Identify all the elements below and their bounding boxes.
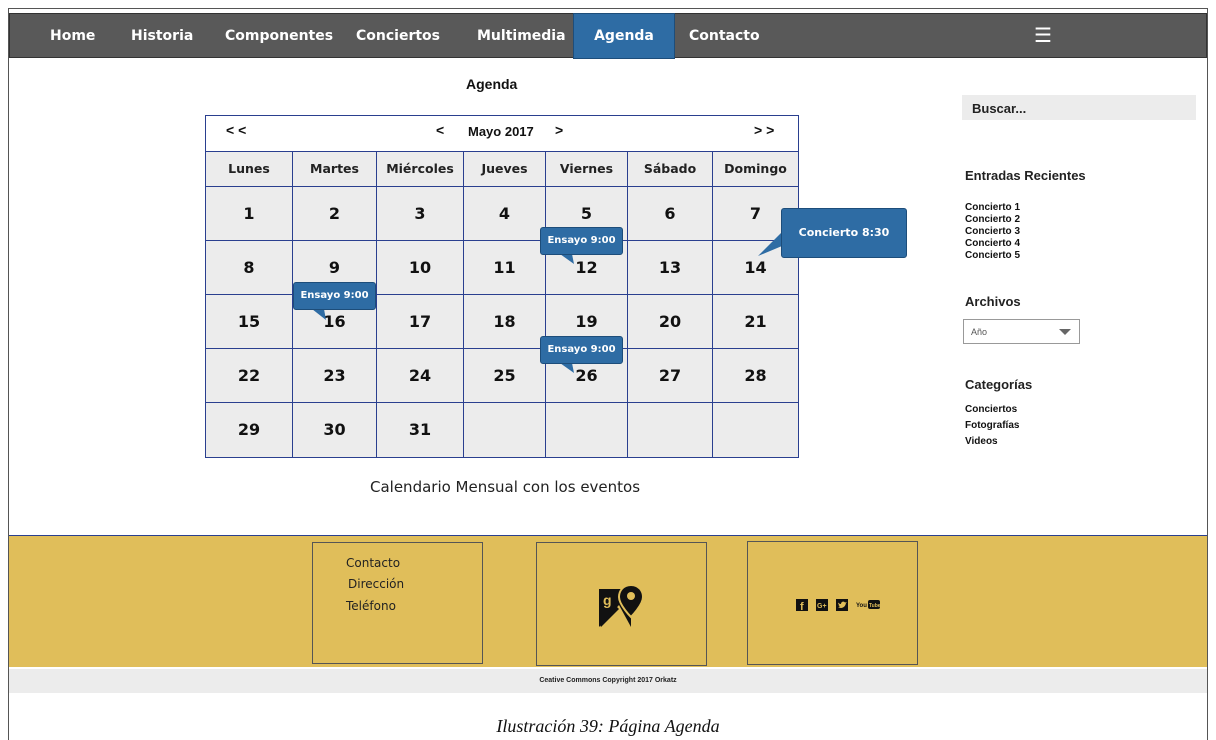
event-rehearsal-12[interactable]: Ensayo 9:00	[540, 227, 623, 255]
svg-text:G+: G+	[817, 603, 827, 610]
calendar-caption: Calendario Mensual con los eventos	[370, 478, 641, 496]
footer-contact-box: Contacto Dirección Teléfono	[312, 542, 483, 664]
event-concert-14[interactable]: Concierto 8:30	[781, 208, 907, 258]
figure-caption: Ilustración 39: Página Agenda	[496, 716, 720, 736]
event-rehearsal-16[interactable]: Ensayo 9:00	[293, 282, 376, 310]
category-link[interactable]: Videos	[965, 434, 1019, 450]
recent-post-link[interactable]: Concierto 2	[965, 214, 1020, 227]
category-link[interactable]: Fotografías	[965, 418, 1019, 434]
recent-posts-list: Concierto 1 Concierto 2 Concierto 3 Conc…	[965, 202, 1020, 263]
recent-post-link[interactable]: Concierto 1	[965, 202, 1020, 215]
categories-title: Categorías	[965, 377, 1033, 392]
event-pointer	[758, 232, 782, 256]
copyright-bar: Ceative Commons Copyright 2017 Orkatz	[9, 669, 1207, 693]
archives-title: Archivos	[965, 294, 1021, 309]
recent-post-link[interactable]: Concierto 5	[965, 250, 1020, 263]
google-plus-icon[interactable]: G+	[816, 599, 828, 611]
footer-social-box: f G+ You Tube	[747, 541, 918, 665]
recent-posts-title: Entradas Recientes	[965, 168, 1086, 183]
footer-address-link[interactable]: Dirección	[348, 577, 404, 591]
twitter-icon[interactable]	[836, 599, 848, 611]
svg-text:You: You	[856, 603, 867, 609]
recent-post-link[interactable]: Concierto 3	[965, 226, 1020, 239]
category-link[interactable]: Conciertos	[965, 402, 1019, 418]
footer-phone-link[interactable]: Teléfono	[346, 599, 396, 613]
svg-text:g: g	[603, 592, 612, 608]
youtube-icon[interactable]: You Tube	[856, 600, 880, 609]
footer-map-box: g	[536, 542, 707, 666]
event-pointer	[312, 309, 326, 320]
event-rehearsal-26[interactable]: Ensayo 9:00	[540, 336, 623, 364]
svg-text:Tube: Tube	[869, 603, 880, 609]
google-maps-icon[interactable]: g	[597, 583, 645, 631]
recent-post-link[interactable]: Concierto 4	[965, 238, 1020, 251]
chevron-down-icon	[1059, 329, 1071, 335]
footer: Contacto Dirección Teléfono g f G+ You Tu…	[9, 535, 1207, 667]
categories-list: Conciertos Fotografías Videos	[965, 402, 1019, 450]
event-pointer	[560, 254, 574, 264]
year-select[interactable]: Año	[963, 319, 1080, 344]
search-input[interactable]: Buscar...	[962, 95, 1196, 120]
svg-text:f: f	[800, 601, 804, 611]
social-icons: f G+ You Tube	[796, 599, 880, 611]
event-pointer	[560, 363, 574, 373]
facebook-icon[interactable]: f	[796, 599, 808, 611]
footer-contact-link[interactable]: Contacto	[346, 556, 400, 570]
year-select-value: Año	[971, 327, 988, 337]
